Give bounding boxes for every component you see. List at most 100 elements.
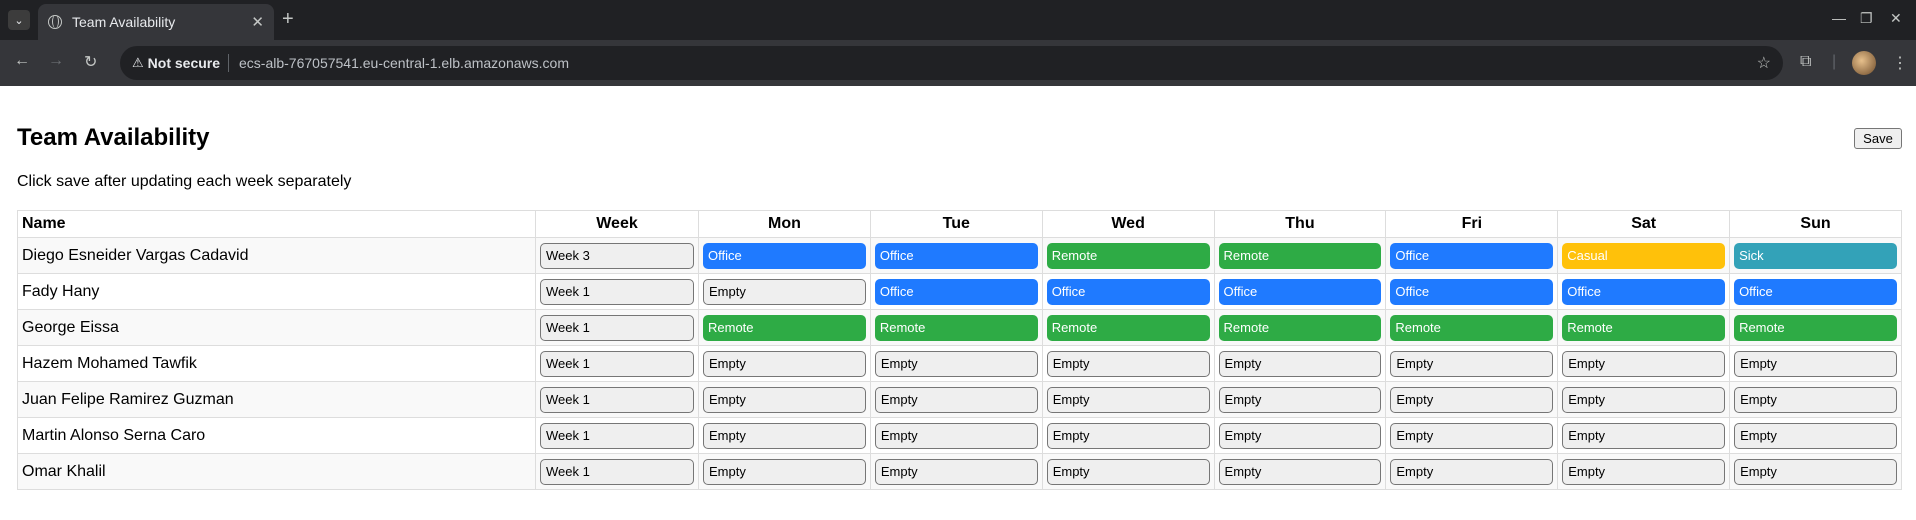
security-label[interactable]: Not secure bbox=[148, 55, 220, 71]
day-cell: Empty bbox=[1729, 381, 1902, 418]
day-cell: Empty bbox=[1729, 453, 1902, 490]
day-cell: Empty bbox=[1557, 417, 1731, 454]
day-cell: Empty bbox=[1041, 417, 1215, 454]
week-select[interactable]: Week 1 bbox=[540, 458, 694, 485]
table-row: Diego Esneider Vargas Cadavid Week 3 Offic… bbox=[17, 237, 1902, 274]
table-row: Fady Hany Week 1 Empty Office Office Office Of… bbox=[17, 273, 1902, 310]
status-select[interactable]: Empty bbox=[874, 422, 1038, 449]
status-select[interactable]: Empty bbox=[1562, 458, 1726, 485]
window-close-icon[interactable]: ✕ bbox=[1890, 10, 1902, 27]
status-select[interactable]: Remote bbox=[1218, 242, 1382, 269]
day-cell: Empty bbox=[1557, 345, 1731, 382]
day-cell: Office bbox=[869, 273, 1043, 310]
day-cell: Empty bbox=[869, 417, 1043, 454]
profile-avatar[interactable] bbox=[1852, 51, 1876, 75]
status-select[interactable]: Empty bbox=[1390, 350, 1554, 377]
restore-icon[interactable]: ❐ bbox=[1860, 10, 1873, 27]
close-tab-icon[interactable]: ✕ bbox=[251, 13, 264, 31]
week-select[interactable]: Week 1 bbox=[540, 422, 694, 449]
day-cell: Office bbox=[869, 237, 1043, 274]
status-select[interactable]: Empty bbox=[874, 350, 1038, 377]
extensions-icon[interactable]: ⧉ bbox=[1800, 53, 1811, 71]
minimize-icon[interactable]: — bbox=[1832, 10, 1846, 26]
status-select[interactable]: Empty bbox=[703, 458, 866, 485]
status-select[interactable]: Empty bbox=[1390, 458, 1554, 485]
status-select[interactable]: Empty bbox=[1046, 422, 1210, 449]
status-select[interactable]: Remote bbox=[703, 314, 866, 341]
url-text[interactable]: ecs-alb-767057541.eu-central-1.elb.amazo… bbox=[239, 55, 569, 71]
status-select[interactable]: Empty bbox=[1734, 386, 1897, 413]
week-select[interactable]: Week 1 bbox=[540, 314, 694, 341]
reload-icon[interactable]: ↻ bbox=[84, 52, 97, 72]
status-select[interactable]: Empty bbox=[1390, 386, 1554, 413]
back-icon[interactable]: ← bbox=[14, 52, 30, 70]
status-select[interactable]: Remote bbox=[1390, 314, 1554, 341]
status-select[interactable]: Empty bbox=[1046, 350, 1210, 377]
status-select[interactable]: Empty bbox=[1046, 458, 1210, 485]
day-cell: Empty bbox=[698, 381, 871, 418]
status-select[interactable]: Remote bbox=[1046, 314, 1210, 341]
status-select[interactable]: Remote bbox=[1218, 314, 1382, 341]
status-select[interactable]: Sick bbox=[1734, 242, 1897, 269]
status-select[interactable]: Empty bbox=[703, 422, 866, 449]
status-select[interactable]: Office bbox=[1046, 278, 1210, 305]
status-select[interactable]: Empty bbox=[1734, 458, 1897, 485]
status-select[interactable]: Empty bbox=[874, 386, 1038, 413]
status-select[interactable]: Office bbox=[874, 278, 1038, 305]
week-cell: Week 1 bbox=[535, 273, 699, 310]
status-select[interactable]: Empty bbox=[1390, 422, 1554, 449]
status-select[interactable]: Empty bbox=[1562, 422, 1726, 449]
status-select[interactable]: Empty bbox=[1734, 350, 1897, 377]
table-row: Hazem Mohamed Tawfik Week 1 Empty Empty Empt… bbox=[17, 345, 1902, 382]
status-select[interactable]: Casual bbox=[1562, 242, 1726, 269]
day-cell: Empty bbox=[1041, 345, 1215, 382]
status-select[interactable]: Empty bbox=[1218, 422, 1382, 449]
status-select[interactable]: Remote bbox=[1734, 314, 1897, 341]
new-tab-icon[interactable]: + bbox=[282, 8, 294, 31]
status-select[interactable]: Empty bbox=[1046, 386, 1210, 413]
save-button[interactable]: Save bbox=[1854, 128, 1902, 149]
status-select[interactable]: Office bbox=[703, 242, 866, 269]
status-select[interactable]: Empty bbox=[1562, 386, 1726, 413]
status-select[interactable]: Office bbox=[1218, 278, 1382, 305]
status-select[interactable]: Office bbox=[1734, 278, 1897, 305]
day-cell: Office bbox=[1385, 273, 1559, 310]
week-select[interactable]: Week 1 bbox=[540, 386, 694, 413]
status-select[interactable]: Empty bbox=[1218, 458, 1382, 485]
header-sun: Sun bbox=[1729, 210, 1902, 238]
week-select[interactable]: Week 1 bbox=[540, 350, 694, 377]
week-select[interactable]: Week 1 bbox=[540, 278, 694, 305]
header-name: Name bbox=[17, 210, 536, 238]
status-select[interactable]: Office bbox=[1562, 278, 1726, 305]
status-select[interactable]: Empty bbox=[1218, 386, 1382, 413]
member-name: Martin Alonso Serna Caro bbox=[17, 417, 536, 454]
status-select[interactable]: Remote bbox=[874, 314, 1038, 341]
day-cell: Empty bbox=[1729, 345, 1902, 382]
status-select[interactable]: Empty bbox=[703, 386, 866, 413]
status-select[interactable]: Remote bbox=[1562, 314, 1726, 341]
status-select[interactable]: Office bbox=[874, 242, 1038, 269]
bookmark-star-icon[interactable]: ☆ bbox=[1757, 53, 1771, 73]
address-bar[interactable]: ⚠ Not secure ecs-alb-767057541.eu-centra… bbox=[120, 46, 1783, 80]
status-select[interactable]: Office bbox=[1390, 278, 1554, 305]
status-select[interactable]: Remote bbox=[1046, 242, 1210, 269]
status-select[interactable]: Empty bbox=[1562, 350, 1726, 377]
forward-icon[interactable]: → bbox=[48, 52, 64, 70]
status-select[interactable]: Office bbox=[1390, 242, 1554, 269]
week-select[interactable]: Week 3 bbox=[540, 242, 694, 269]
toolbar-divider: | bbox=[1832, 53, 1837, 70]
member-name: Juan Felipe Ramirez Guzman bbox=[17, 381, 536, 418]
status-select[interactable]: Empty bbox=[703, 350, 866, 377]
tab-search-icon[interactable]: ⌄ bbox=[8, 10, 30, 30]
day-cell: Remote bbox=[1729, 309, 1902, 346]
status-select[interactable]: Empty bbox=[1218, 350, 1382, 377]
day-cell: Casual bbox=[1557, 237, 1731, 274]
menu-icon[interactable]: ⋮ bbox=[1892, 53, 1908, 73]
status-select[interactable]: Empty bbox=[703, 278, 866, 305]
day-cell: Empty bbox=[1213, 453, 1387, 490]
status-select[interactable]: Empty bbox=[1734, 422, 1897, 449]
browser-tab[interactable]: Team Availability ✕ bbox=[38, 4, 274, 40]
status-select[interactable]: Empty bbox=[874, 458, 1038, 485]
week-cell: Week 1 bbox=[535, 417, 699, 454]
header-thu: Thu bbox=[1213, 210, 1387, 238]
